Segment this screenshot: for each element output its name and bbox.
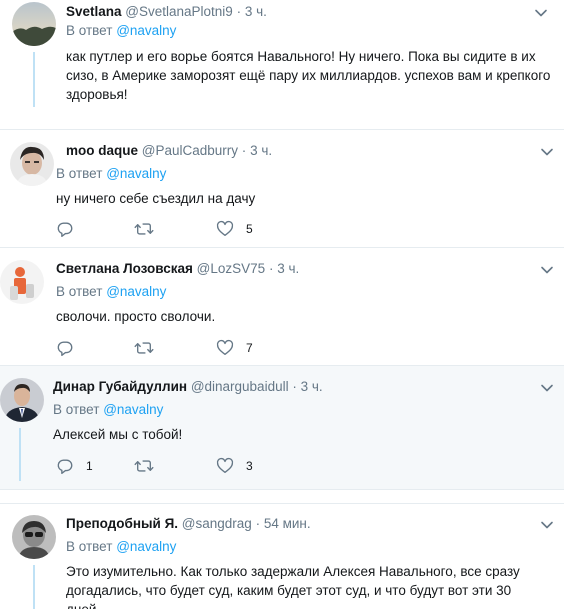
- reply-icon: [56, 457, 74, 475]
- tweet-4[interactable]: Динар Губайдуллин @dinargubaidull · 3 ч.…: [0, 366, 564, 489]
- like-icon: [216, 339, 234, 357]
- avatar[interactable]: [0, 378, 44, 422]
- avatar[interactable]: [10, 142, 54, 186]
- tweet-2[interactable]: moo daque @PaulCadburry · 3 ч. В ответ @…: [0, 130, 564, 247]
- tweet-text: как путлер и его ворье боятся Навального…: [66, 49, 551, 102]
- reply-button[interactable]: [56, 219, 88, 239]
- divider: [0, 503, 564, 504]
- separator: ·: [236, 4, 242, 19]
- author-handle[interactable]: @SvetlanaPlotni9: [125, 4, 233, 19]
- like-icon: [216, 457, 234, 475]
- reply-icon: [56, 339, 74, 357]
- tweet-5[interactable]: Преподобный Я. @sangdrag · 54 мин. В отв…: [0, 503, 564, 609]
- tweet-text: Это изумительно. Как только задержали Ал…: [66, 564, 520, 609]
- timestamp[interactable]: 3 ч.: [245, 4, 267, 19]
- tweet-text: Алексей мы с тобой!: [53, 427, 183, 442]
- like-button[interactable]: 7: [216, 338, 253, 358]
- like-count: 5: [246, 222, 253, 236]
- author-handle[interactable]: @sangdrag: [182, 516, 252, 531]
- retweet-icon: [134, 457, 154, 475]
- author-name[interactable]: moo daque: [66, 143, 138, 158]
- thread-line: [33, 52, 35, 107]
- author-name[interactable]: Svetlana: [66, 4, 122, 19]
- like-icon: [216, 220, 234, 238]
- author-name[interactable]: Светлана Лозовская: [56, 261, 193, 276]
- timestamp[interactable]: 54 мин.: [264, 516, 311, 531]
- timestamp[interactable]: 3 ч.: [301, 379, 323, 394]
- avatar[interactable]: [0, 260, 44, 304]
- avatar[interactable]: [12, 515, 56, 559]
- reply-count: 1: [86, 459, 93, 473]
- author-handle[interactable]: @LozSV75: [197, 261, 266, 276]
- reply-icon: [56, 220, 74, 238]
- like-count: 3: [246, 459, 253, 473]
- reply-to-label: В ответ: [53, 402, 100, 417]
- reply-to-mention[interactable]: @navalny: [106, 284, 166, 299]
- chevron-down-icon[interactable]: [539, 517, 555, 533]
- retweet-button[interactable]: [134, 456, 168, 476]
- reply-to-mention[interactable]: @navalny: [103, 402, 163, 417]
- like-count: 7: [246, 341, 253, 355]
- thread-line: [19, 428, 21, 481]
- divider: [0, 489, 564, 490]
- chevron-down-icon[interactable]: [539, 144, 555, 160]
- tweet-text: ну ничего себе съездил на дачу: [56, 191, 256, 206]
- tweet-actions: 5: [56, 219, 356, 239]
- author-handle[interactable]: @dinargubaidull: [191, 379, 289, 394]
- retweet-icon: [134, 339, 154, 357]
- reply-to-label: В ответ: [66, 23, 113, 38]
- like-button[interactable]: 5: [216, 219, 253, 239]
- separator: ·: [292, 379, 297, 394]
- reply-to-mention[interactable]: @navalny: [116, 23, 176, 38]
- timestamp[interactable]: 3 ч.: [277, 261, 299, 276]
- reply-to-label: В ответ: [66, 539, 113, 554]
- author-handle[interactable]: @PaulCadburry: [142, 143, 238, 158]
- reply-to-mention[interactable]: @navalny: [116, 539, 176, 554]
- reply-button[interactable]: [56, 338, 88, 358]
- chevron-down-icon[interactable]: [539, 380, 555, 396]
- separator: ·: [255, 516, 261, 531]
- retweet-button[interactable]: [134, 219, 168, 239]
- reply-button[interactable]: 1: [56, 456, 93, 476]
- chevron-down-icon[interactable]: [539, 262, 555, 278]
- tweet-text: сволочи. просто сволочи.: [56, 309, 216, 324]
- tweet-1[interactable]: Svetlana @SvetlanaPlotni9 · 3 ч. В ответ…: [0, 0, 564, 129]
- author-name[interactable]: Преподобный Я.: [66, 516, 178, 531]
- separator: ·: [268, 261, 274, 276]
- retweet-icon: [134, 220, 154, 238]
- author-name[interactable]: Динар Губайдуллин: [53, 379, 187, 394]
- separator: ·: [241, 143, 247, 158]
- reply-to-label: В ответ: [56, 166, 103, 181]
- avatar[interactable]: [12, 2, 56, 46]
- thread-line: [33, 565, 35, 609]
- tweet-actions: 1 3: [56, 456, 356, 476]
- reply-to-mention[interactable]: @navalny: [106, 166, 166, 181]
- tweet-3[interactable]: Светлана Лозовская @LozSV75 · 3 ч. В отв…: [0, 248, 564, 365]
- like-button[interactable]: 3: [216, 456, 253, 476]
- reply-to-label: В ответ: [56, 284, 103, 299]
- tweet-actions: 7: [56, 338, 356, 358]
- retweet-button[interactable]: [134, 338, 168, 358]
- timestamp[interactable]: 3 ч.: [250, 143, 272, 158]
- chevron-down-icon[interactable]: [533, 5, 549, 21]
